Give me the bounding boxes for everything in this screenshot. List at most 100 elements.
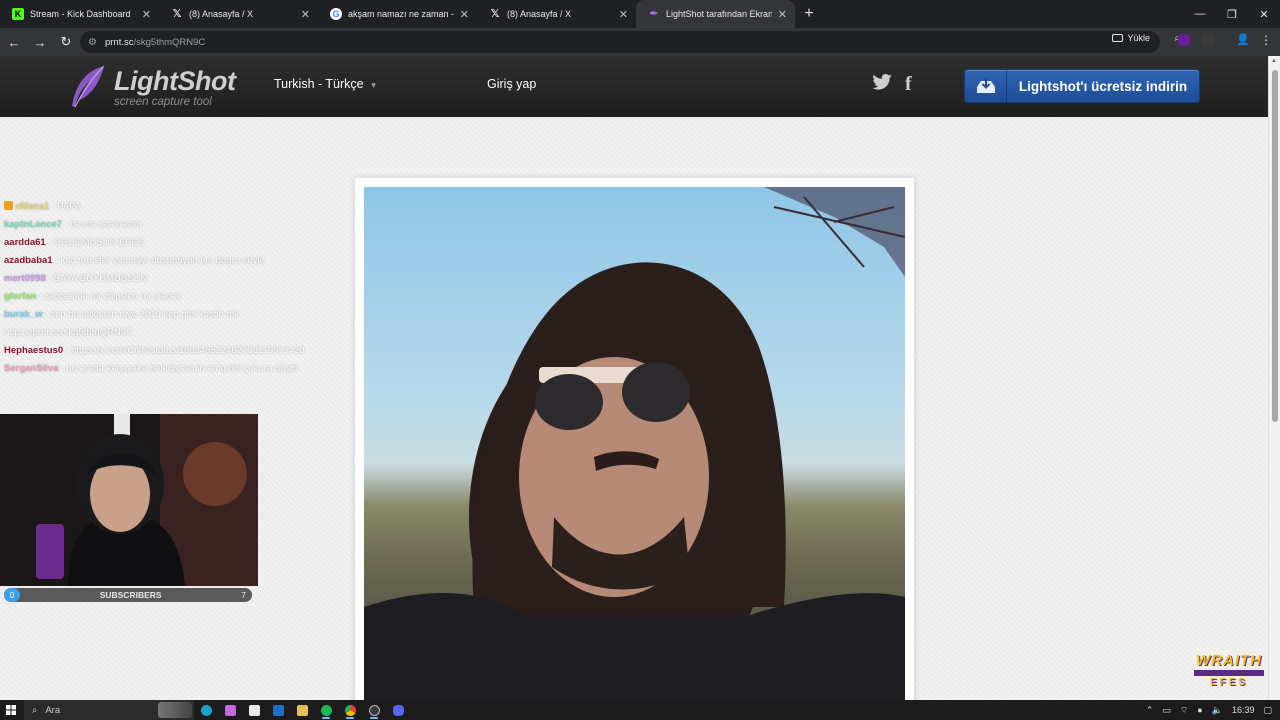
close-icon[interactable]: ✕ bbox=[772, 8, 787, 21]
folder-icon bbox=[296, 704, 308, 716]
stream-chat-overlay: xMaca1 : PAPA kaptnLance7 : bende isteme… bbox=[0, 198, 345, 378]
language-selector[interactable]: Turkish - Türkçe ▼ bbox=[274, 77, 378, 91]
login-link[interactable]: Giriş yap bbox=[487, 77, 536, 91]
sub-badge-icon bbox=[4, 201, 13, 210]
system-tray: ⌃ ▭ ⌔ ● 🔈 16:39 ▢ bbox=[1146, 700, 1272, 720]
volume-icon[interactable]: 🔈 bbox=[1212, 705, 1223, 716]
x-icon: 𝕏 bbox=[172, 8, 182, 20]
windows-start-icon[interactable] bbox=[0, 700, 22, 720]
forward-icon[interactable]: → bbox=[28, 30, 52, 54]
store-app[interactable] bbox=[242, 700, 266, 720]
page-scrollbar[interactable]: ▲ bbox=[1268, 56, 1280, 700]
facebook-icon[interactable]: f bbox=[905, 73, 912, 96]
close-icon[interactable]: ✕ bbox=[136, 8, 151, 21]
lightshot-icon: ✒ bbox=[649, 8, 659, 20]
close-icon[interactable]: ✕ bbox=[613, 8, 628, 21]
lightshot-header: LightShot screen capture tool Turkish - … bbox=[0, 56, 1268, 117]
copilot-app[interactable] bbox=[218, 700, 242, 720]
x-icon: 𝕏 bbox=[490, 8, 500, 20]
webcam-feed bbox=[0, 414, 258, 586]
site-info-icon[interactable]: ⚙ bbox=[88, 37, 97, 48]
scroll-up-icon[interactable]: ▲ bbox=[1271, 58, 1277, 64]
upload-button[interactable]: Yükle bbox=[1112, 33, 1150, 43]
tab-label: LightShot tarafından Ekran Gör bbox=[666, 9, 772, 19]
tab-lightshot[interactable]: ✒ LightShot tarafından Ekran Gör ✕ bbox=[636, 0, 795, 28]
chat-message: azadbaba1 : kaç transfer yapmayı düşünüy… bbox=[4, 255, 265, 266]
wraith-logo-text: WRAITH bbox=[1196, 652, 1262, 669]
tab-label: Stream - Kick Dashboard bbox=[30, 9, 131, 19]
browser-toolbar: ← → ↻ ⚙ prnt.sc/skg5thmQRN9C Yükle ⌕ 👤 ⋮ bbox=[0, 28, 1280, 56]
download-label: Lightshot'ı ücretsiz indirin bbox=[1018, 78, 1188, 94]
tab-x-home-2[interactable]: 𝕏 (8) Anasayfa / X ✕ bbox=[477, 0, 636, 28]
extension-icon[interactable] bbox=[1178, 34, 1190, 46]
discord-icon bbox=[392, 704, 404, 716]
tab-label: (8) Anasayfa / X bbox=[189, 9, 254, 19]
notification-icon[interactable]: ▢ bbox=[1263, 705, 1272, 716]
screenshot-image[interactable] bbox=[364, 187, 905, 700]
feather-icon bbox=[72, 65, 105, 108]
chat-message: burak_w : sen bu sakalları niye 2019 kep… bbox=[4, 309, 239, 320]
minimize-icon[interactable]: — bbox=[1184, 0, 1216, 28]
subscriber-current: 0 bbox=[4, 588, 20, 602]
kick-icon: K bbox=[12, 8, 24, 20]
google-icon: G bbox=[330, 8, 342, 20]
microphone-icon[interactable]: ● bbox=[1197, 705, 1202, 715]
search-placeholder: Ara bbox=[45, 704, 61, 716]
language-label: Turkish - Türkçe bbox=[274, 77, 364, 91]
chat-message: gferfan : zaotsende mi chipsien mi olaca… bbox=[4, 291, 181, 302]
lightshot-logo[interactable]: LightShot screen capture tool bbox=[68, 64, 236, 112]
network-icon[interactable]: ⌔ bbox=[1180, 705, 1188, 716]
tab-strip: K Stream - Kick Dashboard ✕ 𝕏 (8) Anasay… bbox=[0, 0, 1280, 28]
menu-icon[interactable]: ⋮ bbox=[1260, 33, 1272, 47]
chrome-app[interactable] bbox=[338, 700, 362, 720]
brand-name: LightShot bbox=[114, 66, 236, 96]
chevron-up-icon[interactable]: ⌃ bbox=[1146, 705, 1154, 716]
chevron-down-icon: ▼ bbox=[369, 81, 378, 90]
edge-app[interactable] bbox=[194, 700, 218, 720]
extension-icon[interactable] bbox=[1202, 34, 1214, 46]
twitter-icon[interactable] bbox=[872, 74, 892, 90]
new-tab-button[interactable]: + bbox=[795, 0, 823, 28]
logo-divider bbox=[1194, 670, 1264, 676]
outlook-app[interactable] bbox=[266, 700, 290, 720]
tab-google-search[interactable]: G akşam namazı ne zaman - Goo ✕ bbox=[318, 0, 477, 28]
reload-icon[interactable]: ↻ bbox=[54, 30, 78, 54]
store-icon bbox=[248, 704, 260, 716]
restore-icon[interactable]: ❐ bbox=[1216, 0, 1248, 28]
chrome-icon bbox=[344, 704, 356, 716]
taskbar-search[interactable]: ⌕ Ara bbox=[24, 700, 194, 720]
obs-icon bbox=[368, 704, 380, 716]
back-icon[interactable]: ← bbox=[2, 30, 26, 54]
display-icon[interactable]: ▭ bbox=[1162, 705, 1171, 716]
stream-logo-overlay: WRAITH EFES bbox=[1190, 652, 1268, 696]
subscriber-goal: 7 bbox=[241, 590, 246, 600]
scrollbar-thumb[interactable] bbox=[1272, 70, 1278, 422]
spotify-app[interactable] bbox=[314, 700, 338, 720]
clock[interactable]: 16:39 bbox=[1232, 705, 1255, 715]
discord-app[interactable] bbox=[386, 700, 410, 720]
obs-app[interactable] bbox=[362, 700, 386, 720]
tab-kick-dashboard[interactable]: K Stream - Kick Dashboard ✕ bbox=[0, 0, 159, 28]
download-button[interactable]: Lightshot'ı ücretsiz indirin bbox=[964, 69, 1200, 103]
taskbar: ⌕ Ara ⌃ ▭ ⌔ ● 🔈 16:39 ▢ bbox=[0, 700, 1280, 720]
upload-label: Yükle bbox=[1127, 33, 1150, 43]
profile-icon[interactable]: 👤 bbox=[1236, 33, 1250, 46]
chat-message: SerganSilva : bu arada karşıyaka belediy… bbox=[4, 363, 299, 374]
close-icon[interactable]: ✕ bbox=[454, 8, 469, 21]
page-viewport: LightShot screen capture tool Turkish - … bbox=[0, 56, 1280, 700]
portrait-photo bbox=[364, 187, 905, 700]
tab-label: akşam namazı ne zaman - Goo bbox=[348, 9, 454, 19]
close-icon[interactable]: ✕ bbox=[295, 8, 310, 21]
search-highlight-image bbox=[158, 702, 192, 718]
outlook-icon bbox=[272, 704, 284, 716]
download-icon bbox=[965, 69, 1007, 103]
chat-message: xMaca1 : PAPA bbox=[0, 198, 345, 216]
close-window-icon[interactable]: ✕ bbox=[1248, 0, 1280, 28]
subscriber-label: SUBSCRIBERS bbox=[99, 590, 162, 600]
copilot-icon bbox=[224, 704, 236, 716]
tab-x-home[interactable]: 𝕏 (8) Anasayfa / X ✕ bbox=[159, 0, 318, 28]
webcam-overlay bbox=[0, 414, 258, 586]
address-bar[interactable]: ⚙ prnt.sc/skg5thmQRN9C bbox=[80, 31, 1160, 53]
explorer-app[interactable] bbox=[290, 700, 314, 720]
brand-tagline: screen capture tool bbox=[114, 96, 212, 108]
